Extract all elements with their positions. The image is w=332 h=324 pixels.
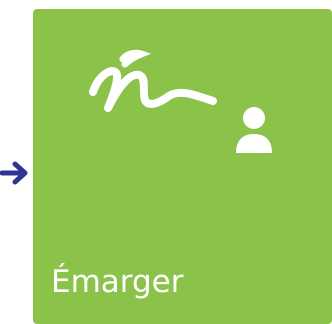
stage: Émarger: [0, 0, 332, 324]
tile-label: Émarger: [51, 264, 184, 300]
signature-icon: [89, 49, 217, 112]
person-icon: [236, 107, 272, 153]
emarger-tile[interactable]: Émarger: [33, 9, 332, 324]
arrow-right-icon: [0, 161, 28, 185]
